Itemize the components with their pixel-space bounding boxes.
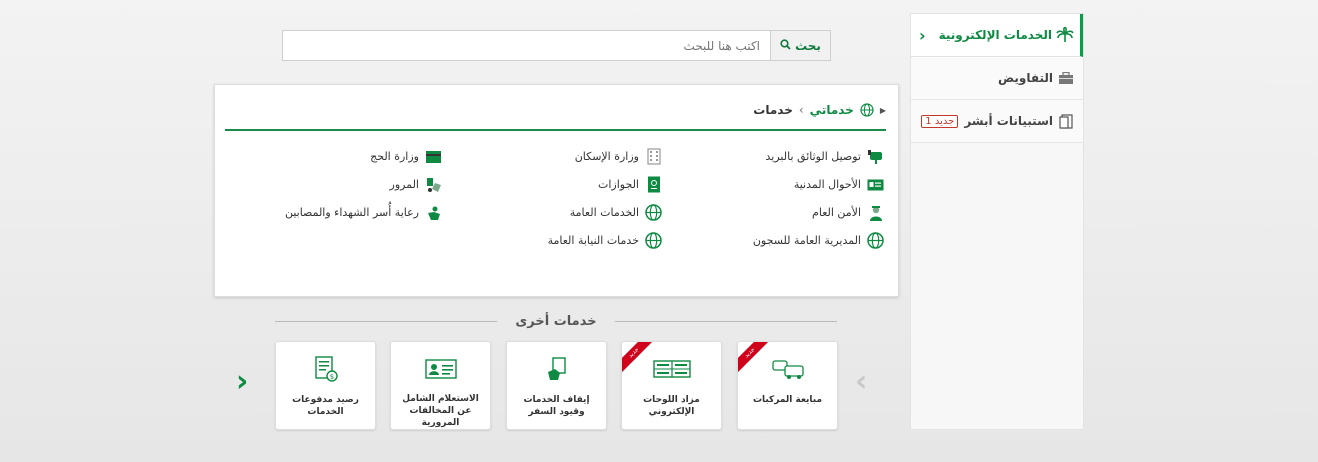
service-passports[interactable]: الجوازات: [598, 176, 662, 193]
card-plates-auction[interactable]: جديد مزاد اللوحات الإلكتروني: [621, 341, 722, 430]
breadcrumb-my-services[interactable]: خدماتي: [810, 103, 854, 117]
search-input[interactable]: [283, 31, 770, 60]
service-label: وزارة الحج: [370, 150, 419, 163]
cars-icon: [771, 348, 805, 390]
officer-icon: [867, 204, 884, 221]
sidebar-header-eservices[interactable]: الخدمات الإلكترونية ‹: [911, 14, 1083, 57]
card-traffic-violations[interactable]: الاستعلام الشامل عن المخالفات المرورية: [390, 341, 491, 430]
carousel-next-arrow[interactable]: ›: [855, 367, 867, 397]
service-label: توصيل الوثائق بالبريد: [765, 150, 861, 163]
breadcrumb-separator: ›: [798, 103, 804, 117]
other-services-title-label: خدمات أخرى: [515, 313, 597, 329]
breadcrumb-divider: [225, 129, 886, 131]
service-label: خدمات النيابة العامة: [547, 234, 639, 247]
card-vehicle-sale[interactable]: جديد مبايعة المركبات: [737, 341, 838, 430]
sidebar-item-surveys[interactable]: استبيانات أبشر جديد 1: [911, 100, 1083, 143]
hand-document-icon: [546, 348, 568, 390]
globe-icon: [645, 232, 662, 249]
globe-icon: [645, 204, 662, 221]
service-martyrs-families[interactable]: رعاية أُسر الشهداء والمصابين: [285, 204, 442, 221]
service-label: وزارة الإسكان: [574, 150, 639, 163]
service-public-services[interactable]: الخدمات العامة: [570, 204, 662, 221]
service-hajj[interactable]: وزارة الحج: [370, 148, 442, 165]
search-button-label: بحث: [795, 38, 821, 53]
search-icon: [780, 38, 791, 53]
svg-text:$: $: [329, 373, 333, 381]
sidebar-item-label: التفاويض: [998, 71, 1053, 85]
card-payments-balance[interactable]: $ رصيد مدفوعات الخدمات: [275, 341, 376, 430]
service-housing[interactable]: وزارة الإسكان: [575, 148, 662, 165]
service-label: رعاية أُسر الشهداء والمصابين: [284, 206, 419, 219]
service-prisons[interactable]: المديرية العامة للسجون: [753, 232, 884, 249]
palm-logo-icon: [1056, 27, 1074, 43]
new-ribbon: جديد: [622, 342, 654, 373]
breadcrumb: ▶ خدماتي › خدمات: [753, 103, 886, 117]
card-label: رصيد مدفوعات الخدمات: [292, 395, 359, 417]
traffic-icon: [425, 176, 442, 193]
briefcase-icon: [1057, 71, 1075, 85]
breadcrumb-current: خدمات: [753, 103, 793, 117]
service-label: الأحوال المدنية: [793, 178, 861, 191]
service-label: الخدمات العامة: [569, 206, 639, 219]
service-label: الأمن العام: [812, 206, 861, 219]
card-suspend-services[interactable]: إيقاف الخدمات وقيود السفر: [506, 341, 607, 430]
card-label: مبايعة المركبات: [752, 395, 823, 405]
service-traffic[interactable]: المرور: [390, 176, 442, 193]
search-bar: بحث: [282, 30, 831, 61]
service-label: الجوازات: [598, 178, 639, 191]
new-ribbon: جديد: [738, 342, 770, 373]
sidebar-item-delegations[interactable]: التفاويض: [911, 57, 1083, 100]
service-document-delivery[interactable]: توصيل الوثائق بالبريد: [766, 148, 884, 165]
card-label: مزاد اللوحات الإلكتروني: [643, 395, 700, 417]
id-card-icon: [867, 176, 884, 193]
caret-right-icon[interactable]: ▶: [880, 106, 886, 115]
service-civil-affairs[interactable]: الأحوال المدنية: [794, 176, 884, 193]
service-public-security[interactable]: الأمن العام: [812, 204, 884, 221]
license-plate-icon: [652, 348, 691, 390]
search-button[interactable]: بحث: [770, 31, 830, 60]
carousel-prev-arrow[interactable]: ‹: [236, 367, 248, 397]
service-label: المديرية العامة للسجون: [752, 234, 861, 247]
card-label: الاستعلام الشامل عن المخالفات المرورية: [402, 394, 479, 428]
mailbox-icon: [867, 148, 884, 165]
globe-icon: [860, 103, 874, 117]
sidebar-item-label: استبيانات أبشر: [964, 114, 1053, 128]
card-label: إيقاف الخدمات وقيود السفر: [523, 395, 590, 417]
hand-icon: [425, 204, 442, 221]
clipboard-icon: [1057, 113, 1075, 129]
other-services-title: خدمات أخرى: [275, 311, 837, 331]
id-card-icon: [424, 348, 457, 389]
globe-icon: [867, 232, 884, 249]
invoice-icon: $: [314, 348, 338, 390]
new-badge: جديد 1: [921, 114, 959, 128]
kaaba-icon: [425, 148, 442, 165]
chevron-left-icon[interactable]: ‹: [919, 26, 926, 45]
passport-icon: [645, 176, 662, 193]
services-panel: ▶ خدماتي › خدمات توصيل الوثائق بالبريد ا…: [214, 84, 899, 297]
sidebar: الخدمات الإلكترونية ‹ التفاويض استبيانات…: [910, 13, 1084, 430]
service-label: المرور: [389, 178, 419, 191]
sidebar-header-label: الخدمات الإلكترونية: [938, 28, 1052, 42]
service-public-prosecution[interactable]: خدمات النيابة العامة: [548, 232, 662, 249]
building-icon: [645, 148, 662, 165]
